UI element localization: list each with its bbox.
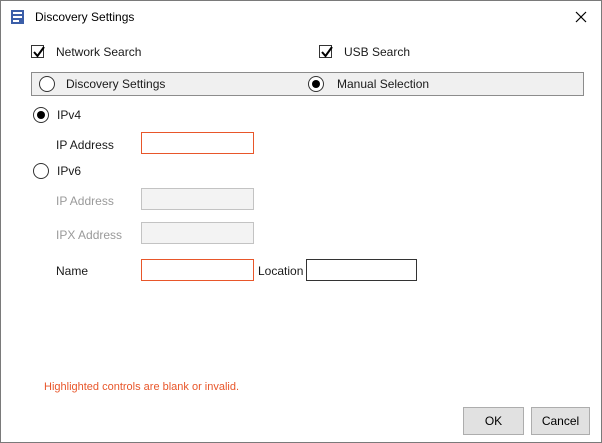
name-label: Name bbox=[56, 264, 89, 278]
ipv4-label: IPv4 bbox=[57, 108, 82, 122]
ipv6-ip-address-label: IP Address bbox=[56, 194, 114, 208]
ipv6-ip-address-input[interactable] bbox=[141, 188, 254, 210]
location-input[interactable] bbox=[306, 259, 417, 281]
network-search-checkbox[interactable] bbox=[31, 45, 45, 58]
close-icon bbox=[575, 11, 587, 23]
radio-selected-dot bbox=[37, 111, 45, 119]
usb-search-label: USB Search bbox=[344, 45, 411, 59]
manual-selection-label: Manual Selection bbox=[337, 77, 430, 91]
discovery-settings-radio[interactable] bbox=[39, 76, 55, 92]
discovery-settings-dialog: Discovery Settings Network Search USB Se… bbox=[0, 0, 602, 443]
printer-settings-icon bbox=[11, 10, 24, 24]
manual-selection-radio[interactable] bbox=[308, 76, 324, 92]
ipx-address-input[interactable] bbox=[141, 222, 254, 244]
checkmark-icon bbox=[33, 46, 45, 58]
close-button[interactable] bbox=[561, 1, 601, 33]
window-title: Discovery Settings bbox=[35, 10, 135, 24]
ipv4-radio[interactable] bbox=[33, 107, 49, 123]
ok-button[interactable]: OK bbox=[463, 407, 524, 435]
title-bar: Discovery Settings bbox=[1, 1, 601, 33]
ipv6-label: IPv6 bbox=[57, 164, 82, 178]
ipv4-ip-address-label: IP Address bbox=[56, 138, 114, 152]
discovery-settings-label: Discovery Settings bbox=[66, 77, 166, 91]
mode-selector-group: Discovery Settings Manual Selection bbox=[31, 72, 584, 96]
cancel-button[interactable]: Cancel bbox=[531, 407, 590, 435]
ipx-address-label: IPX Address bbox=[56, 228, 123, 242]
usb-search-checkbox[interactable] bbox=[319, 45, 333, 58]
ipv6-radio[interactable] bbox=[33, 163, 49, 179]
radio-selected-dot bbox=[312, 80, 320, 88]
location-label: Location bbox=[258, 264, 304, 278]
network-search-label: Network Search bbox=[56, 45, 142, 59]
validation-error-message: Highlighted controls are blank or invali… bbox=[44, 381, 240, 393]
ipv4-ip-address-input[interactable] bbox=[141, 132, 254, 154]
name-input[interactable] bbox=[141, 259, 254, 281]
checkmark-icon bbox=[321, 46, 333, 58]
